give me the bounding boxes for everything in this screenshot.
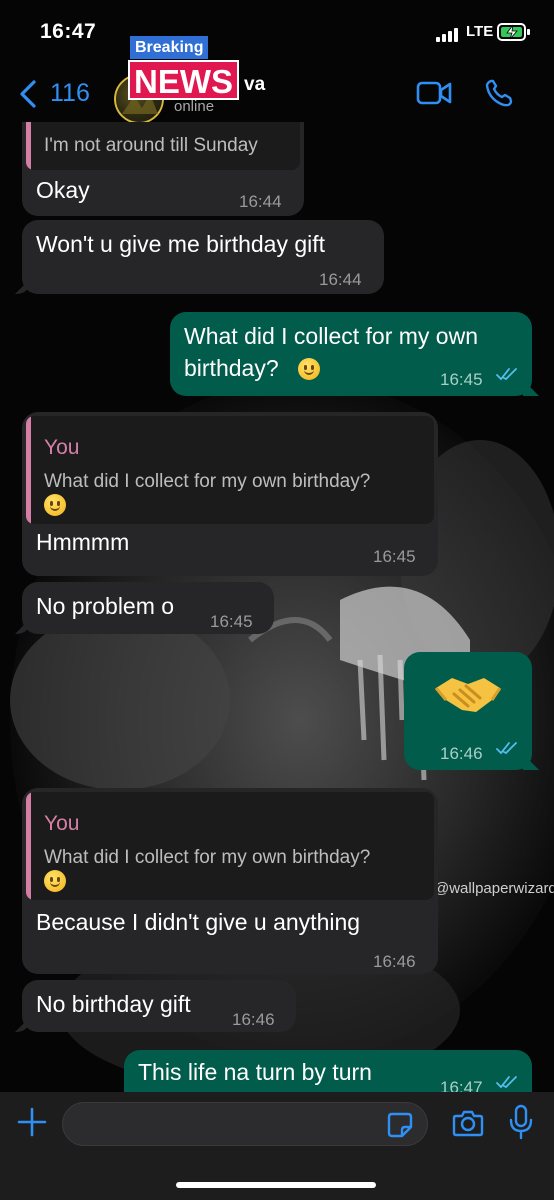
message-bubble[interactable]: 16:46 <box>404 652 532 770</box>
message-text: Hmmmm <box>36 529 130 555</box>
message-bubble[interactable]: I'm not around till Sunday Okay 16:44 <box>22 122 304 216</box>
message-text: Because I didn't give u anything <box>36 909 361 935</box>
phone-call-icon[interactable] <box>484 78 514 108</box>
quoted-text: What did I collect for my own birthday? <box>44 847 371 868</box>
quoted-author: You <box>44 436 80 459</box>
signal-strength-icon <box>436 26 462 42</box>
message-text: No problem o <box>36 593 175 619</box>
chevron-left-icon <box>20 80 36 108</box>
quoted-text: What did I collect for my own birthday? <box>44 471 371 492</box>
message-text: birthday? <box>184 355 279 381</box>
message-text: This life na turn by turn <box>138 1059 372 1085</box>
quoted-message[interactable]: I'm not around till Sunday <box>26 122 300 170</box>
message-text: No birthday gift <box>36 991 191 1017</box>
back-button[interactable]: 116 <box>14 76 104 112</box>
message-time: 16:46 <box>232 1010 275 1029</box>
quoted-text: I'm not around till Sunday <box>44 135 258 156</box>
message-text: Okay <box>36 177 90 203</box>
status-time: 16:47 <box>40 20 97 43</box>
read-receipt-icon <box>496 368 517 381</box>
camera-icon[interactable] <box>452 1108 484 1138</box>
handshake-emoji <box>434 678 502 712</box>
sticker-icon[interactable] <box>386 1111 414 1139</box>
message-bubble[interactable]: Won't u give me birthday gift 16:44 <box>22 220 384 294</box>
quoted-message[interactable]: You What did I collect for my own birthd… <box>26 792 434 900</box>
message-time: 16:45 <box>373 547 416 566</box>
home-indicator[interactable] <box>176 1182 376 1188</box>
slightly-smiling-face-emoji <box>44 870 66 892</box>
message-input-bar <box>0 1092 554 1200</box>
unread-count: 116 <box>50 79 90 107</box>
message-time: 16:47 <box>440 1078 483 1092</box>
network-type: LTE <box>466 23 494 40</box>
message-bubble[interactable]: This life na turn by turn 16:47 <box>124 1050 532 1092</box>
message-time: 16:44 <box>319 270 362 289</box>
read-receipt-icon <box>496 1076 517 1089</box>
slightly-smiling-face-emoji <box>298 358 320 380</box>
quoted-author: You <box>44 812 80 835</box>
quoted-message[interactable]: You What did I collect for my own birthd… <box>26 416 434 524</box>
message-time: 16:46 <box>440 744 483 763</box>
news-label: NEWS <box>128 60 239 100</box>
message-text: What did I collect for my own <box>184 323 478 349</box>
message-text: Won't u give me birthday gift <box>36 231 326 257</box>
message-bubble[interactable]: You What did I collect for my own birthd… <box>22 412 438 576</box>
read-receipt-icon <box>496 742 517 755</box>
message-bubble[interactable]: What did I collect for my own birthday? … <box>170 312 532 396</box>
slightly-smiling-face-emoji <box>44 494 66 516</box>
message-bubble[interactable]: You What did I collect for my own birthd… <box>22 788 438 974</box>
message-bubble[interactable]: No problem o 16:45 <box>22 582 274 634</box>
message-input[interactable] <box>62 1102 428 1146</box>
breaking-label: Breaking <box>130 36 209 59</box>
message-list[interactable]: I'm not around till Sunday Okay 16:44 Wo… <box>0 122 554 1092</box>
microphone-icon[interactable] <box>508 1104 534 1140</box>
message-bubble[interactable]: No birthday gift 16:46 <box>22 980 296 1032</box>
message-time: 16:44 <box>239 192 282 211</box>
message-time: 16:46 <box>373 952 416 971</box>
video-call-icon[interactable] <box>416 80 452 106</box>
chat-header: 116 va online Breaking NEWS <box>0 36 554 124</box>
plus-icon[interactable] <box>16 1106 48 1138</box>
breaking-news-overlay: Breaking NEWS <box>128 36 248 108</box>
message-time: 16:45 <box>210 612 253 631</box>
battery-charging-icon <box>497 23 530 41</box>
status-bar: 16:47 LTE <box>0 0 554 64</box>
message-time: 16:45 <box>440 370 483 389</box>
